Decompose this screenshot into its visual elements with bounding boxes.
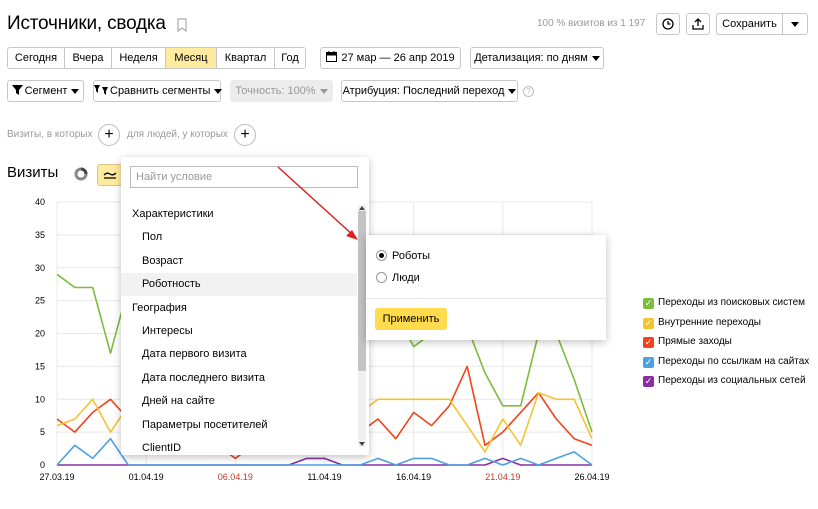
y-tick-label: 40: [35, 197, 45, 207]
x-tick-label: 16.04.19: [396, 472, 431, 482]
legend-item[interactable]: ✓ Внутренние переходы: [643, 317, 761, 331]
dropdown-item[interactable]: Параметры посетителей: [121, 414, 357, 437]
x-tick-label: 26.04.19: [574, 472, 609, 482]
checkbox-icon[interactable]: ✓: [643, 317, 654, 329]
y-tick-label: 25: [35, 296, 45, 306]
radio-people[interactable]: [376, 272, 387, 283]
legend-item[interactable]: ✓ Переходы из социальных сетей: [643, 375, 806, 389]
dropdown-item[interactable]: Дней на сайте: [121, 390, 357, 413]
apply-button[interactable]: Применить: [375, 308, 447, 330]
legend-label: Прямые заходы: [658, 336, 732, 347]
robotness-popup: Роботы Люди Применить: [366, 235, 606, 340]
checkbox-icon[interactable]: ✓: [643, 298, 654, 309]
scroll-down-icon[interactable]: [358, 441, 366, 447]
checkbox-icon[interactable]: ✓: [643, 376, 654, 387]
dropdown-item[interactable]: Дата последнего визита: [121, 367, 357, 390]
legend-label: Переходы по ссылкам на сайтах: [658, 355, 810, 367]
y-tick-label: 30: [35, 263, 45, 273]
x-tick-label: 06.04.19: [218, 472, 253, 482]
legend-label: Переходы из социальных сетей: [658, 375, 806, 386]
popup-divider: [366, 298, 606, 299]
x-tick-label: 21.04.19: [485, 472, 520, 482]
checkbox-icon[interactable]: ✓: [643, 337, 654, 348]
x-tick-label: 01.04.19: [129, 472, 164, 482]
checkbox-icon[interactable]: ✓: [643, 356, 654, 368]
scroll-thumb[interactable]: [358, 211, 366, 371]
dropdown-item[interactable]: Роботность: [121, 273, 357, 297]
dropdown-item[interactable]: Интересы: [121, 320, 357, 343]
y-tick-label: 15: [35, 361, 45, 371]
dropdown-scrollbar[interactable]: [358, 205, 366, 447]
legend-item[interactable]: ✓ Переходы из поисковых систем: [643, 297, 805, 311]
y-tick-label: 5: [40, 427, 45, 437]
y-tick-label: 10: [35, 394, 45, 404]
dropdown-item[interactable]: ClientID: [121, 437, 357, 455]
legend-label: Внутренние переходы: [658, 316, 761, 328]
dropdown-item[interactable]: Дата первого визита: [121, 343, 357, 366]
y-tick-label: 35: [35, 230, 45, 240]
dropdown-group[interactable]: Характеристики: [121, 203, 357, 226]
dropdown-group[interactable]: География: [121, 297, 357, 320]
legend-item[interactable]: ✓ Прямые заходы: [643, 336, 732, 350]
condition-dropdown: Найти условие Характеристики Пол Возраст Ро…: [121, 157, 369, 455]
people-label[interactable]: Люди: [392, 272, 420, 284]
y-tick-label: 20: [35, 329, 45, 339]
y-tick-label: 0: [40, 460, 45, 470]
x-tick-label: 27.03.19: [39, 472, 74, 482]
condition-search-input[interactable]: Найти условие: [130, 166, 358, 188]
dropdown-item[interactable]: Пол: [121, 226, 357, 249]
legend-item[interactable]: ✓ Переходы по ссылкам на сайтах: [643, 356, 809, 370]
radio-robots[interactable]: [376, 250, 387, 261]
legend-label: Переходы из поисковых систем: [658, 297, 806, 308]
dropdown-item[interactable]: Возраст: [121, 250, 357, 273]
robots-label[interactable]: Роботы: [392, 250, 430, 262]
x-tick-label: 11.04.19: [307, 472, 341, 482]
